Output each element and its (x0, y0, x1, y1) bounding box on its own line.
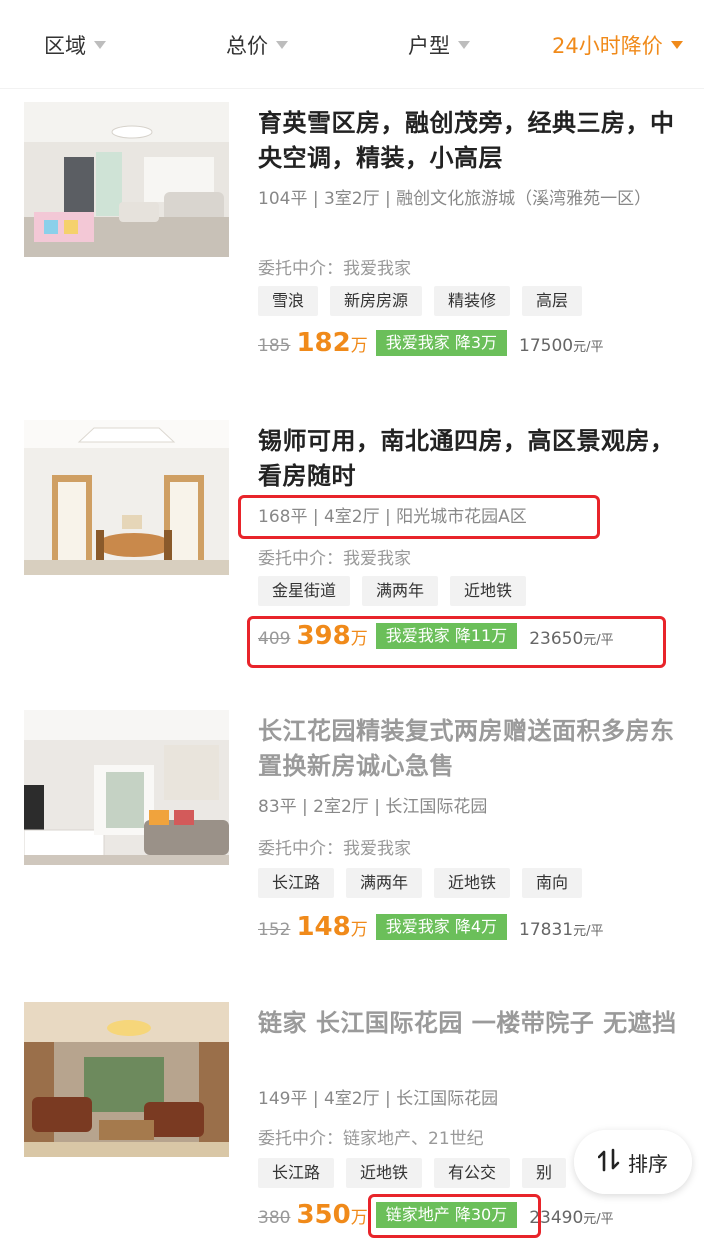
price-row: 185 182万 我爱我家 降3万 17500元/平 (258, 328, 604, 358)
listing-title[interactable]: 长江花园精装复式两房赠送面积多房东置换新房诚心急售 (258, 714, 683, 784)
listing-agent: 委托中介：我爱我家 (258, 839, 411, 859)
sort-arrows-icon (597, 1148, 620, 1177)
old-price: 152 (258, 920, 291, 940)
listing-card[interactable]: 长江花园精装复式两房赠送面积多房东置换新房诚心急售 83平 | 2室2厅 | 长… (0, 708, 704, 968)
filter-total-price[interactable]: 总价 (226, 30, 288, 60)
listing-agent: 委托中介：我爱我家 (258, 549, 411, 569)
tag: 长江路 (258, 1158, 335, 1188)
listing-tags: 长江路 近地铁 有公交 别 (258, 1158, 567, 1188)
unit-price: 17500元/平 (519, 336, 604, 356)
tag: 近地铁 (346, 1158, 423, 1188)
price-cut-badge: 我爱我家 降11万 (375, 623, 518, 649)
price-cut-badge: 链家地产 降30万 (375, 1202, 518, 1228)
listing-tags: 金星街道 满两年 近地铁 (258, 576, 527, 606)
listing-agent: 委托中介：链家地产、21世纪 (258, 1129, 484, 1149)
filter-layout-label: 户型 (408, 34, 450, 58)
filter-region[interactable]: 区域 (44, 30, 106, 60)
listing-title[interactable]: 锡师可用，南北通四房，高区景观房，看房随时 (258, 424, 683, 494)
listing-meta: 104平 | 3室2厅 | 融创文化旅游城（溪湾雅苑一区） (258, 189, 652, 209)
sort-button[interactable]: 排序 (574, 1130, 692, 1194)
price-cut-badge: 我爱我家 降3万 (375, 330, 508, 356)
caret-down-icon (458, 41, 470, 49)
unit-price: 23650元/平 (529, 629, 614, 649)
tag: 长江路 (258, 868, 335, 898)
listing-card[interactable]: 育英雪区房，融创茂旁，经典三房，中央空调，精装，小高层 104平 | 3室2厅 … (0, 100, 704, 370)
price-row: 152 148万 我爱我家 降4万 17831元/平 (258, 912, 604, 942)
listing-card[interactable]: 链家 长江国际花园 一楼带院子 无遮挡 149平 | 4室2厅 | 长江国际花园… (0, 1000, 704, 1240)
filter-layout[interactable]: 户型 (408, 30, 470, 60)
tag: 满两年 (346, 868, 423, 898)
tag: 近地铁 (450, 576, 527, 606)
filter-24h-price-drop-label: 24小时降价 (552, 34, 663, 58)
caret-down-icon (276, 41, 288, 49)
listing-tags: 长江路 满两年 近地铁 南向 (258, 868, 583, 898)
caret-down-icon (94, 41, 106, 49)
tag: 精装修 (434, 286, 511, 316)
listing-meta: 168平 | 4室2厅 | 阳光城市花园A区 (258, 507, 527, 527)
new-price: 148万 (296, 912, 368, 942)
listing-photo (24, 420, 229, 575)
filter-bar: 区域 总价 户型 24小时降价 (0, 0, 704, 89)
listing-meta: 149平 | 4室2厅 | 长江国际花园 (258, 1089, 499, 1109)
price-row: 409 398万 我爱我家 降11万 23650元/平 (258, 621, 614, 651)
listing-photo (24, 710, 229, 865)
tag: 南向 (522, 868, 583, 898)
listing-meta: 83平 | 2室2厅 | 长江国际花园 (258, 797, 488, 817)
caret-down-icon (670, 41, 683, 49)
listing-photo (24, 102, 229, 257)
unit-price: 23490元/平 (529, 1208, 614, 1228)
new-price: 398万 (296, 621, 368, 651)
listing-title[interactable]: 育英雪区房，融创茂旁，经典三房，中央空调，精装，小高层 (258, 106, 683, 176)
filter-total-price-label: 总价 (226, 34, 268, 58)
new-price: 182万 (296, 328, 368, 358)
old-price: 185 (258, 336, 291, 356)
sort-label: 排序 (628, 1151, 668, 1176)
listing-agent: 委托中介：我爱我家 (258, 259, 411, 279)
old-price: 380 (258, 1208, 291, 1228)
listing-tags: 雪浪 新房房源 精装修 高层 (258, 286, 583, 316)
tag: 高层 (522, 286, 583, 316)
old-price: 409 (258, 629, 291, 649)
price-cut-badge: 我爱我家 降4万 (375, 914, 508, 940)
filter-region-label: 区域 (44, 34, 86, 58)
tag: 金星街道 (258, 576, 351, 606)
listing-photo (24, 1002, 229, 1157)
new-price: 350万 (296, 1200, 368, 1230)
tag: 近地铁 (434, 868, 511, 898)
unit-price: 17831元/平 (519, 920, 604, 940)
tag: 雪浪 (258, 286, 319, 316)
tag: 别 (522, 1158, 567, 1188)
listing-card[interactable]: 锡师可用，南北通四房，高区景观房，看房随时 168平 | 4室2厅 | 阳光城市… (0, 418, 704, 678)
tag: 有公交 (434, 1158, 511, 1188)
filter-24h-price-drop[interactable]: 24小时降价 (552, 30, 683, 60)
tag: 满两年 (362, 576, 439, 606)
listing-title[interactable]: 链家 长江国际花园 一楼带院子 无遮挡 (258, 1006, 683, 1041)
tag: 新房房源 (330, 286, 423, 316)
price-row: 380 350万 链家地产 降30万 23490元/平 (258, 1200, 614, 1230)
